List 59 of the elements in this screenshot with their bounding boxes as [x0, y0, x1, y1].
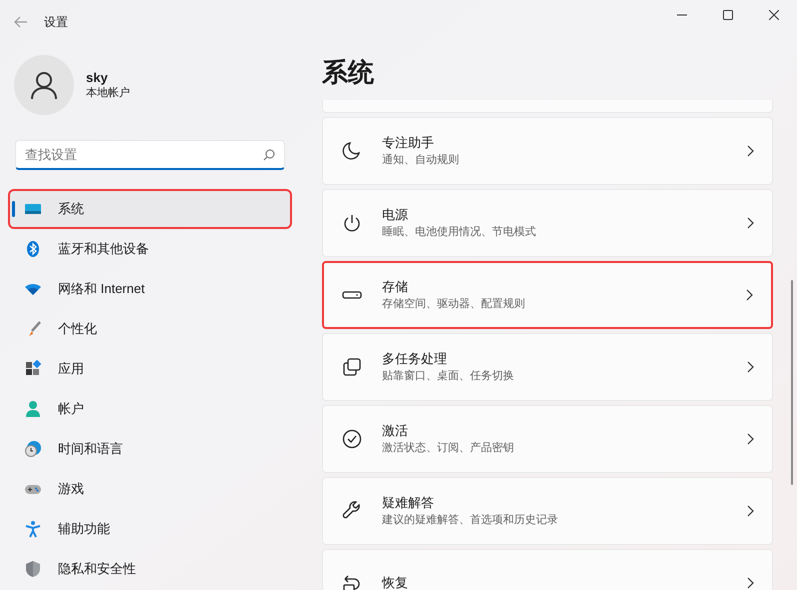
settings-card[interactable]: 激活 激活状态、订阅、产品密钥 [322, 405, 773, 473]
chevron-icon [747, 361, 754, 373]
chevron-icon [747, 577, 754, 589]
card-description: 建议的疑难解答、首选项和历史记录 [382, 513, 559, 528]
clock-icon [24, 440, 42, 458]
sidebar-item[interactable]: 时间和语言 [10, 431, 290, 467]
sidebar-item[interactable]: 系统 [10, 191, 290, 227]
close-icon[interactable] [769, 10, 779, 20]
card-description: 激活状态、订阅、产品密钥 [382, 440, 515, 456]
card-description: 通知、自动规则 [382, 152, 460, 168]
windows-icon [342, 357, 362, 377]
chevron-icon [746, 289, 753, 301]
settings-card[interactable]: 恢复 [322, 549, 773, 590]
card-title: 存储 [382, 278, 409, 296]
maximize-icon[interactable] [723, 10, 733, 20]
page-title: 系统 [322, 57, 374, 87]
search-field[interactable]: 查找设置 [15, 140, 285, 170]
card-title: 恢复 [382, 574, 409, 590]
card-description: 存储空间、驱动器、配置规则 [382, 296, 526, 312]
scrollbar[interactable] [791, 280, 793, 485]
search-icon[interactable] [263, 149, 275, 161]
sidebar-item[interactable]: 应用 [10, 351, 290, 387]
person-icon [24, 400, 42, 418]
sidebar-item[interactable]: 帐户 [10, 391, 290, 427]
recovery-icon [342, 573, 362, 590]
sidebar-item[interactable]: 蓝牙和其他设备 [10, 231, 290, 267]
window-title: 设置 [44, 14, 68, 31]
card-title: 电源 [382, 206, 409, 224]
chevron-icon [747, 217, 754, 229]
moon-icon [342, 141, 362, 161]
sidebar-item[interactable]: 隐私和安全性 [10, 551, 290, 587]
accessibility-icon [24, 520, 42, 538]
account-type: 本地帐户 [86, 86, 130, 101]
chevron-icon [747, 145, 754, 157]
settings-card[interactable]: 专注助手 通知、自动规则 [322, 117, 773, 185]
wrench-icon [342, 501, 362, 521]
sidebar-item[interactable]: 个性化 [10, 311, 290, 347]
sidebar-item[interactable]: 辅助功能 [10, 511, 290, 547]
card-title: 激活 [382, 422, 409, 440]
shield-icon [24, 560, 42, 578]
card-title: 疑难解答 [382, 494, 435, 512]
sidebar-item[interactable]: 网络和 Internet [10, 271, 290, 307]
selection-indicator [12, 201, 15, 217]
settings-card[interactable]: 多任务处理 贴靠窗口、桌面、任务切换 [322, 333, 773, 401]
card-description: 睡眠、电池使用情况、节电模式 [382, 225, 537, 240]
card-description: 贴靠窗口、桌面、任务切换 [382, 368, 515, 384]
apps-icon [24, 360, 42, 378]
settings-card[interactable]: 电源 睡眠、电池使用情况、节电模式 [322, 189, 773, 257]
sidebar-item[interactable]: 游戏 [10, 471, 290, 507]
account-name: sky [86, 69, 109, 86]
card-title: 专注助手 [382, 134, 435, 152]
check-icon [342, 429, 362, 449]
chevron-icon [747, 505, 754, 517]
settings-card[interactable]: 疑难解答 建议的疑难解答、首选项和历史记录 [322, 477, 773, 545]
settings-card[interactable]: 存储 存储空间、驱动器、配置规则 [322, 261, 773, 329]
card-title: 多任务处理 [382, 350, 448, 368]
chevron-icon [747, 433, 754, 445]
power-icon [342, 213, 362, 233]
bluetooth-icon [24, 240, 42, 258]
